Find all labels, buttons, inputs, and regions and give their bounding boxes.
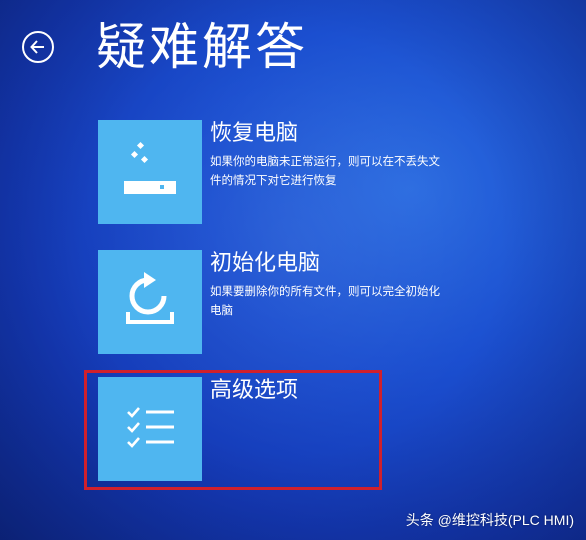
- option-tile[interactable]: [98, 250, 202, 354]
- option-tile[interactable]: [98, 377, 202, 481]
- option-advanced[interactable]: 高级选项: [98, 377, 538, 485]
- refresh-drive-icon: [126, 272, 174, 324]
- watermark: 头条 @维控科技(PLC HMI): [405, 512, 574, 528]
- option-description: 如果你的电脑未正常运行，则可以在不丢失文件的情况下对它进行恢复: [210, 154, 440, 187]
- option-description: 如果要删除你的所有文件，则可以完全初始化电脑: [210, 284, 440, 317]
- option-title: 初始化电脑: [210, 251, 321, 276]
- option-title: 高级选项: [210, 378, 299, 403]
- page-title: 疑难解答: [96, 18, 308, 76]
- arrow-left-icon: [30, 40, 44, 54]
- option-title: 恢复电脑: [210, 121, 299, 146]
- option-tile[interactable]: [98, 120, 202, 224]
- checklist-icon: [127, 407, 174, 448]
- option-reset-pc[interactable]: 初始化电脑 如果要删除你的所有文件，则可以完全初始化电脑: [98, 250, 538, 358]
- option-restore-pc[interactable]: 恢复电脑 如果你的电脑未正常运行，则可以在不丢失文件的情况下对它进行恢复: [98, 120, 538, 228]
- restore-drive-icon: [124, 141, 176, 194]
- back-button[interactable]: [22, 31, 54, 63]
